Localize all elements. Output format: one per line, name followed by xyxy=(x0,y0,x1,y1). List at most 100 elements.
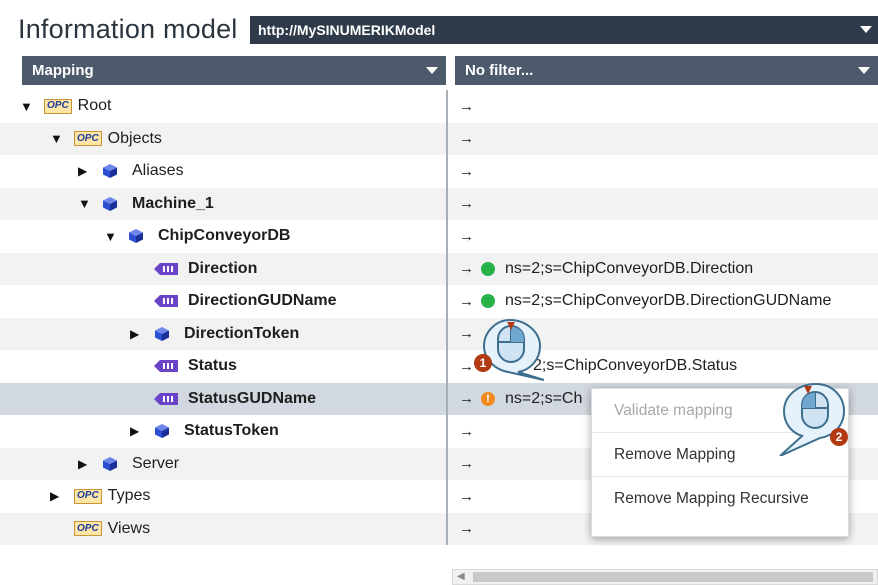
mapping-cell[interactable]: → xyxy=(459,448,481,481)
expand-triangle-icon[interactable]: ▶ xyxy=(78,164,92,178)
model-select[interactable]: http://MySINUMERIKModel xyxy=(250,16,878,44)
status-ok-icon xyxy=(481,261,495,276)
mapping-cell[interactable]: → ns=2;s=ChipConveyorDB.DirectionGUDName xyxy=(459,285,831,318)
status-warning-icon: ! xyxy=(481,391,495,406)
arrow-right-icon: → xyxy=(459,227,474,245)
mapping-cell[interactable]: → ns=2;s=ChipConveyorDB.Direction xyxy=(459,253,753,286)
scrollbar-thumb[interactable] xyxy=(473,572,873,582)
arrow-right-icon: → xyxy=(459,130,474,148)
opc-folder-icon: OPC xyxy=(74,131,102,147)
tree-node-label: DirectionGUDName xyxy=(188,292,337,310)
tree-node-label: Views xyxy=(107,519,151,537)
mapping-cell[interactable]: → xyxy=(459,123,481,156)
arrow-right-icon: → xyxy=(459,260,474,278)
expand-triangle-icon[interactable]: ▶ xyxy=(50,489,64,503)
mapping-column-header[interactable]: Mapping xyxy=(22,56,446,85)
arrow-right-icon: → xyxy=(459,97,474,115)
tree-node-label: ChipConveyorDB xyxy=(158,227,291,245)
mouse-callout-icon xyxy=(482,318,545,381)
mapping-cell[interactable]: → xyxy=(459,220,481,253)
variable-icon xyxy=(154,360,178,373)
arrow-right-icon: → xyxy=(459,455,474,473)
tree-node[interactable]: StatusGUDName xyxy=(0,383,316,416)
tree-row[interactable]: Status → 2;s=ChipConveyorDB.Status xyxy=(0,350,878,383)
mapping-cell[interactable]: → xyxy=(459,155,481,188)
column-divider[interactable] xyxy=(446,90,448,545)
arrow-right-icon: → xyxy=(459,162,474,180)
arrow-right-icon: → xyxy=(459,487,474,505)
tree-node-label: Direction xyxy=(188,259,258,277)
collapse-triangle-icon[interactable]: ▼ xyxy=(104,229,118,244)
filter-column-header[interactable]: No filter... xyxy=(455,56,878,85)
tree-node[interactable]: ▶ Aliases xyxy=(0,155,184,188)
tree-node-label: Server xyxy=(132,454,180,472)
opc-folder-icon: OPC xyxy=(74,488,102,504)
collapse-triangle-icon[interactable]: ▼ xyxy=(50,131,64,146)
tree-row[interactable]: ▼ OPC Root → xyxy=(0,90,878,123)
expand-triangle-icon[interactable]: ▶ xyxy=(130,424,144,438)
tree-node[interactable]: Status xyxy=(0,350,237,383)
mapping-cell[interactable]: → xyxy=(459,513,481,546)
variable-icon xyxy=(154,392,178,405)
tree-node[interactable]: ▼ OPC Objects xyxy=(0,123,162,156)
tree-node-label: Objects xyxy=(107,129,162,147)
mapping-column-label: Mapping xyxy=(32,62,94,79)
arrow-right-icon: → xyxy=(459,195,474,213)
model-select-value: http://MySINUMERIKModel xyxy=(258,22,436,38)
mapping-node-id: ns=2;s=Ch xyxy=(505,389,583,407)
object-cube-icon xyxy=(103,164,117,179)
variable-icon xyxy=(154,295,178,308)
tree-node[interactable]: DirectionGUDName xyxy=(0,285,336,318)
variable-icon xyxy=(154,262,178,275)
tree-node[interactable]: ▼ ChipConveyorDB xyxy=(0,220,290,253)
collapse-triangle-icon[interactable]: ▼ xyxy=(20,99,34,114)
step-badge-2: 2 xyxy=(830,428,848,446)
mapping-cell[interactable]: → xyxy=(459,188,481,221)
mapping-node-id: 2;s=ChipConveyorDB.Status xyxy=(533,357,738,375)
tree-row[interactable]: ▶ DirectionToken → xyxy=(0,317,878,351)
tree-node-label: Status xyxy=(188,357,237,375)
object-cube-icon xyxy=(129,229,143,244)
tree-row[interactable]: DirectionGUDName → ns=2;s=ChipConveyorDB.D… xyxy=(0,285,878,318)
arrow-right-icon: → xyxy=(459,422,474,440)
mapping-cell[interactable]: → xyxy=(459,415,481,448)
collapse-triangle-icon[interactable]: ▼ xyxy=(78,196,92,211)
menu-item-remove-mapping-recursive[interactable]: Remove Mapping Recursive xyxy=(592,477,848,520)
tree-node[interactable]: Direction xyxy=(0,253,257,286)
expand-triangle-icon[interactable]: ▶ xyxy=(78,457,92,471)
tree-node-label: Root xyxy=(77,97,112,115)
object-cube-icon xyxy=(155,326,169,341)
chevron-down-icon[interactable] xyxy=(426,67,438,74)
chevron-down-icon[interactable] xyxy=(858,67,870,74)
tree-node[interactable]: OPC Views xyxy=(0,513,150,546)
tree-row[interactable]: ▶ Aliases → xyxy=(0,155,878,188)
object-cube-icon xyxy=(155,424,169,439)
mapping-cell[interactable]: → xyxy=(459,480,481,513)
tree-node[interactable]: ▼ OPC Root xyxy=(0,90,111,123)
right-click-callout: 1 xyxy=(474,316,548,384)
scroll-left-icon[interactable]: ◀ xyxy=(457,570,465,584)
horizontal-scrollbar[interactable]: ◀ xyxy=(452,569,878,585)
tree-node-label: Types xyxy=(107,487,151,505)
arrow-right-icon: → xyxy=(459,292,474,310)
tree-node[interactable]: ▶ OPC Types xyxy=(0,480,150,513)
tree-node-label: DirectionToken xyxy=(184,324,300,342)
mapping-cell[interactable]: →! ns=2;s=Ch xyxy=(459,383,582,416)
chevron-down-icon xyxy=(860,26,872,33)
tree-node[interactable]: ▶ StatusToken xyxy=(0,415,279,448)
tree-row[interactable]: ▼ OPC Objects → xyxy=(0,122,878,156)
object-cube-icon xyxy=(103,196,117,211)
tree-node[interactable]: ▶ Server xyxy=(0,448,179,481)
tree-node[interactable]: ▼ Machine_1 xyxy=(0,188,214,221)
tree-node-label: StatusToken xyxy=(184,422,279,440)
tree-node[interactable]: ▶ DirectionToken xyxy=(0,318,299,351)
tree-row[interactable]: ▼ Machine_1 → xyxy=(0,187,878,221)
opc-folder-icon: OPC xyxy=(44,98,72,114)
tree-row[interactable]: ▼ ChipConveyorDB → xyxy=(0,220,878,253)
mapping-cell[interactable]: → xyxy=(459,90,481,123)
expand-triangle-icon[interactable]: ▶ xyxy=(130,327,144,341)
tree-row[interactable]: Direction → ns=2;s=ChipConveyorDB.Directio… xyxy=(0,252,878,286)
mapping-node-id: ns=2;s=ChipConveyorDB.Direction xyxy=(505,259,754,277)
mapping-node-id: ns=2;s=ChipConveyorDB.DirectionGUDName xyxy=(505,292,832,310)
status-ok-icon xyxy=(481,294,495,309)
